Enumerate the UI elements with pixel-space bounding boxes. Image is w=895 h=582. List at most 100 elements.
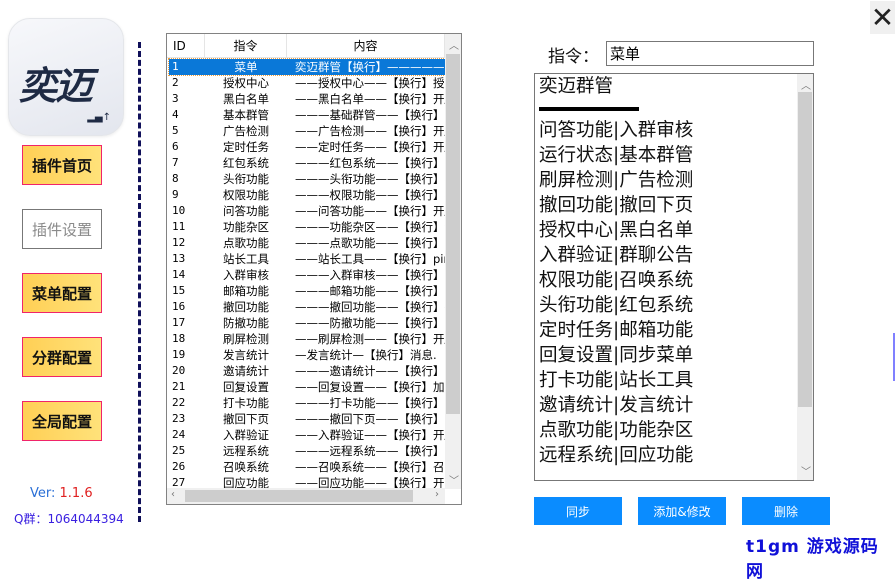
row-id: 9 (172, 188, 179, 201)
table-row[interactable]: 3 黑白名单 ——黑白名单——【换行】开/ (169, 91, 445, 107)
sync-button[interactable]: 同步 (534, 497, 622, 525)
nav-global-config[interactable]: 全局配置 (22, 401, 102, 441)
version-label: Ver: (30, 486, 60, 501)
content-textarea[interactable]: 奕迈群管 问答功能|入群审核 运行状态|基本群管 刷屏检测|广告检测 撤回功能|撤回下… (534, 73, 814, 481)
header-id[interactable]: ID (167, 34, 205, 57)
row-id: 1 (172, 60, 179, 73)
hscroll-thumb[interactable] (185, 490, 413, 502)
row-content: 奕迈群管【换行】—————. (295, 60, 445, 74)
table-row[interactable]: 19 发言统计 —发言统计—【换行】消息. (169, 347, 445, 363)
table-row[interactable]: 4 基本群管 ———基础群管——【换行】. (169, 107, 445, 123)
header-command[interactable]: 指令 (205, 34, 287, 57)
row-command: 问答功能 (223, 204, 269, 218)
row-id: 24 (172, 428, 186, 441)
row-id: 25 (172, 444, 186, 457)
row-content: ——入群验证——【换行】开/ (295, 428, 445, 442)
table-row[interactable]: 12 点歌功能 ———点歌功能——【换行】QQ. (169, 235, 445, 251)
row-command: 定时任务 (223, 140, 269, 154)
nav-menu-config[interactable]: 菜单配置 (22, 273, 102, 313)
table-row[interactable]: 13 站长工具 ——站长工具——【换行】pin (169, 251, 445, 267)
nav-group-config[interactable]: 分群配置 (22, 337, 102, 377)
row-command: 功能杂区 (223, 220, 269, 234)
content-separator (539, 107, 639, 111)
table-row[interactable]: 8 头衔功能 ———头衔功能——【换行】我. (169, 171, 445, 187)
row-content: ———邮箱功能——【换行】【. (295, 284, 445, 298)
row-content: ——刷屏检测——【换行】开/ (295, 332, 445, 346)
row-command: 打卡功能 (223, 396, 269, 410)
row-content: ———防撤功能——【换行】开. (295, 316, 445, 330)
row-id: 17 (172, 316, 186, 329)
row-content: ———撤回下页——【换行】开. (295, 412, 445, 426)
row-content: ———权限功能——【换行】我. (295, 188, 445, 202)
scroll-down-icon[interactable]: ﹀ (801, 463, 811, 478)
command-input[interactable] (606, 41, 814, 66)
row-content: ——回复设置——【换行】加Q (295, 380, 445, 394)
command-list[interactable]: ID 指令 内容 1 菜单 奕迈群管【换行】—————. 2 授权中心 ——授权中心——【… (166, 33, 462, 505)
table-row[interactable]: 2 授权中心 ——授权中心——【换行】授. (169, 75, 445, 91)
row-content: ———邀请统计——【换行】开/ (295, 364, 445, 378)
content-scrollbar[interactable]: ︿ ﹀ (797, 74, 813, 480)
scroll-right-icon[interactable]: › (435, 489, 439, 500)
table-row[interactable]: 20 邀请统计 ———邀请统计——【换行】开/ (169, 363, 445, 379)
table-row[interactable]: 16 撤回功能 ———撤回功能——【换行】撤. (169, 299, 445, 315)
row-content: ———红包系统——【换行】. (295, 156, 445, 170)
row-command: 菜单 (234, 60, 258, 74)
row-content: ———功能杂区——【换行】清. (295, 220, 445, 234)
row-content: ———远程系统——【换行】. (295, 444, 445, 458)
table-row[interactable]: 9 权限功能 ———权限功能——【换行】我. (169, 187, 445, 203)
row-id: 7 (172, 156, 179, 169)
row-content: ——问答功能——【换行】开/ (295, 204, 445, 218)
table-row[interactable]: 23 撤回下页 ———撤回下页——【换行】开. (169, 411, 445, 427)
content-line: 点歌功能|功能杂区 (539, 420, 694, 441)
scroll-thumb[interactable] (798, 92, 812, 407)
content-line: 授权中心|黑白名单 (539, 220, 694, 241)
row-command: 刷屏检测 (223, 332, 269, 346)
table-row[interactable]: 11 功能杂区 ———功能杂区——【换行】清. (169, 219, 445, 235)
horizontal-scrollbar[interactable]: ‹ › (167, 488, 445, 504)
table-row[interactable]: 14 入群审核 ———入群审核——【换行】. (169, 267, 445, 283)
content-line: 运行状态|基本群管 (539, 145, 694, 166)
table-row[interactable]: 26 召唤系统 ——召唤系统——【换行】召. (169, 459, 445, 475)
scroll-left-icon[interactable]: ‹ (171, 489, 175, 500)
table-row[interactable]: 21 回复设置 ——回复设置——【换行】加Q (169, 379, 445, 395)
table-row[interactable]: 10 问答功能 ——问答功能——【换行】开/ (169, 203, 445, 219)
vertical-scrollbar[interactable]: ︿ ﹀ (445, 34, 461, 489)
add-modify-button[interactable]: 添加&修改 (638, 497, 726, 525)
table-row[interactable]: 6 定时任务 ——定时任务——【换行】开/ (169, 139, 445, 155)
close-icon[interactable]: ✕ (870, 1, 895, 34)
content-line: 撤回功能|撤回下页 (539, 195, 694, 216)
row-id: 16 (172, 300, 186, 313)
content-line: 头衔功能|红包系统 (539, 295, 694, 316)
row-id: 10 (172, 204, 186, 217)
table-row[interactable]: 5 广告检测 ——广告检测——【换行】开/ (169, 123, 445, 139)
row-id: 13 (172, 252, 186, 265)
table-row[interactable]: 24 入群验证 ——入群验证——【换行】开/ (169, 427, 445, 443)
scroll-up-icon[interactable]: ︿ (449, 37, 459, 52)
scroll-up-icon[interactable]: ︿ (801, 77, 811, 92)
content-line: 定时任务|邮箱功能 (539, 320, 694, 341)
table-row[interactable]: 15 邮箱功能 ———邮箱功能——【换行】【. (169, 283, 445, 299)
scroll-down-icon[interactable]: ﹀ (449, 472, 459, 487)
row-command: 回复设置 (223, 380, 269, 394)
table-row[interactable]: 18 刷屏检测 ——刷屏检测——【换行】开/ (169, 331, 445, 347)
scroll-thumb[interactable] (446, 54, 460, 414)
row-id: 14 (172, 268, 186, 281)
list-header: ID 指令 内容 (167, 34, 445, 58)
content-line: 问答功能|入群审核 (539, 120, 694, 141)
table-row[interactable]: 7 红包系统 ———红包系统——【换行】. (169, 155, 445, 171)
table-row[interactable]: 25 远程系统 ———远程系统——【换行】. (169, 443, 445, 459)
header-content[interactable]: 内容 (287, 34, 445, 57)
row-content: —发言统计—【换行】消息. (295, 348, 437, 362)
row-command: 头衔功能 (223, 172, 269, 186)
list-rows: 1 菜单 奕迈群管【换行】—————. 2 授权中心 ——授权中心——【换行】授. 3 黑白名… (168, 58, 446, 491)
content-title: 奕迈群管 (539, 76, 614, 97)
table-row[interactable]: 17 防撤功能 ———防撤功能——【换行】开. (169, 315, 445, 331)
nav-plugin-home[interactable]: 插件首页 (22, 145, 102, 185)
table-row[interactable]: 1 菜单 奕迈群管【换行】—————. (168, 58, 446, 76)
table-row[interactable]: 22 打卡功能 ———打卡功能——【换行】. (169, 395, 445, 411)
nav-plugin-settings[interactable]: 插件设置 (22, 209, 102, 249)
row-id: 21 (172, 380, 186, 393)
delete-button[interactable]: 删除 (742, 497, 830, 525)
row-command: 防撤功能 (223, 316, 269, 330)
row-command: 发言统计 (223, 348, 269, 362)
